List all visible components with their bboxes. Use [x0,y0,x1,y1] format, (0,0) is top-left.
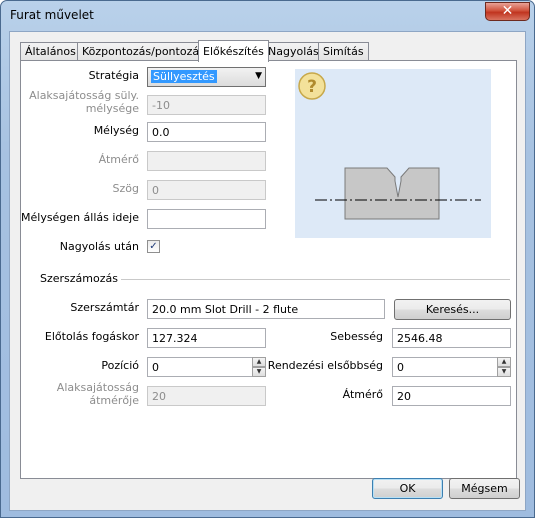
title-bar[interactable]: Furat művelet ✕ [1,1,534,31]
position-stepper[interactable]: ▲ ▼ [252,357,266,377]
tool-diameter-label: Átmérő [342,388,383,401]
after-roughing-checkbox[interactable]: ✓ [147,240,160,253]
undercut-depth-label-line1: Alaksajátosság süly. [29,89,139,102]
tab-roughing[interactable]: Nagyolás [263,42,324,61]
feature-diameter-label-line2: átmérője [89,394,139,407]
strategy-label: Stratégia [88,69,139,82]
workpiece-section [344,167,440,220]
stepper-down-icon[interactable]: ▼ [252,367,266,377]
ok-button[interactable]: OK [372,478,443,499]
window-title: Furat művelet [10,8,94,22]
undercut-depth-field[interactable]: -10 [147,95,266,115]
strategy-select[interactable]: Süllyesztés ▼ [147,67,266,87]
angle-label: Szög [112,182,139,195]
tab-centering[interactable]: Központozás/pontozás [77,42,210,61]
position-field[interactable]: 0 [147,357,253,377]
tool-library-field[interactable]: 20.0 mm Slot Drill - 2 flute [147,299,385,319]
position-label: Pozíció [101,359,139,372]
diameter-label: Átmérő [98,153,139,166]
feature-diameter-field[interactable]: 20 [147,386,266,406]
speed-field[interactable]: 2546.48 [392,328,511,348]
sort-priority-stepper[interactable]: ▲ ▼ [497,357,511,377]
depth-label: Mélység [93,124,139,137]
sort-priority-label: Rendezési elsőbbség [267,359,383,372]
tab-preparation[interactable]: Előkészítés [198,40,269,62]
dwell-time-field[interactable] [147,209,266,229]
tab-finishing[interactable]: Simítás [318,42,369,61]
feature-diameter-label: Alaksajátosság átmérője [57,381,139,407]
sort-priority-field[interactable]: 0 [392,357,498,377]
strategy-selected-value: Süllyesztés [151,70,217,83]
tab-general[interactable]: Általános [20,42,81,61]
dwell-time-label: Mélységen állás ideje [21,211,139,224]
help-icon-glyph: ? [307,77,317,97]
feed-per-tooth-label: Előtolás fogáskor [44,330,139,343]
diameter-field[interactable] [147,151,266,171]
search-button[interactable]: Keresés... [394,299,511,320]
feed-per-tooth-field[interactable]: 127.324 [147,328,266,348]
stepper-up-icon[interactable]: ▲ [497,357,511,367]
depth-field[interactable]: 0.0 [147,122,266,142]
tool-diameter-field[interactable]: 20 [392,386,511,406]
stepper-down-icon[interactable]: ▼ [497,367,511,377]
cancel-button[interactable]: Mégsem [449,478,520,499]
close-button[interactable]: ✕ [485,2,530,21]
speed-label: Sebesség [330,330,383,343]
angle-field[interactable]: 0 [147,180,266,200]
undercut-depth-label: Alaksajátosság süly. mélysége [29,89,139,115]
tooling-group-title: Szerszámozás [37,272,121,285]
tool-library-label: Szerszámtár [70,301,139,314]
after-roughing-label: Nagyolás után [59,240,139,253]
preview-drawing: ? [298,72,481,220]
dialog-window: Furat művelet ✕ Általános Központozás/po… [0,0,535,518]
stepper-up-icon[interactable]: ▲ [252,357,266,367]
undercut-depth-label-line2: mélysége [85,102,139,115]
chevron-down-icon: ▼ [255,71,262,81]
dialog-body: Általános Központozás/pontozás Előkészít… [9,31,526,511]
feature-diameter-label-line1: Alaksajátosság [56,381,139,394]
tab-panel-preparation: Stratégia Süllyesztés ▼ Alaksajátosság s… [20,60,517,479]
strategy-preview: ? [295,69,491,238]
